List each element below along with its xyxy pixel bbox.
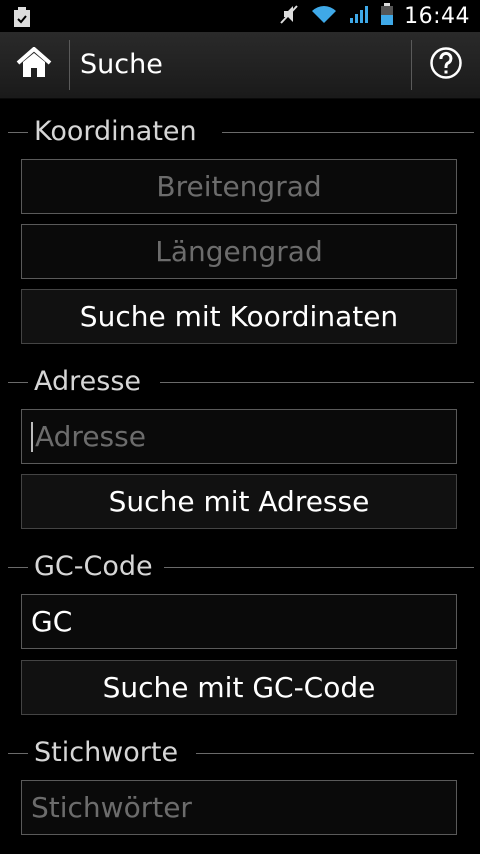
divider xyxy=(8,753,28,754)
help-button[interactable] xyxy=(412,32,480,98)
actionbar-divider xyxy=(69,40,70,90)
divider xyxy=(160,382,474,383)
home-icon xyxy=(16,46,52,83)
gccode-field[interactable]: GC xyxy=(21,594,457,649)
longitude-field[interactable]: Längengrad xyxy=(21,224,457,279)
help-icon xyxy=(429,46,463,84)
divider xyxy=(222,132,474,133)
section-title-address: Adresse xyxy=(34,362,147,402)
section-header-gccode: GC-Code xyxy=(0,547,480,587)
divider xyxy=(8,567,28,568)
divider xyxy=(8,132,28,133)
keywords-field[interactable]: Stichwörter xyxy=(21,780,457,835)
address-placeholder: Adresse xyxy=(35,420,146,453)
clipboard-icon xyxy=(12,6,32,32)
search-address-button[interactable]: Suche mit Adresse xyxy=(21,474,457,529)
section-title-keywords: Stichworte xyxy=(34,733,185,773)
section-header-coordinates: Koordinaten xyxy=(0,112,480,152)
action-bar: Suche xyxy=(0,32,480,99)
home-button[interactable] xyxy=(0,32,68,98)
search-gccode-button[interactable]: Suche mit GC-Code xyxy=(21,660,457,715)
divider xyxy=(164,567,474,568)
battery-icon xyxy=(380,3,394,29)
signal-icon xyxy=(348,3,370,29)
section-header-address: Adresse xyxy=(0,362,480,402)
section-header-keywords: Stichworte xyxy=(0,733,480,773)
text-cursor xyxy=(31,421,33,452)
search-coordinates-button[interactable]: Suche mit Koordinaten xyxy=(21,289,457,344)
section-title-gccode: GC-Code xyxy=(34,547,159,587)
wifi-icon xyxy=(310,3,338,29)
divider xyxy=(196,753,474,754)
mute-icon xyxy=(278,3,300,29)
status-bar: 16:44 xyxy=(0,0,480,32)
section-title-coordinates: Koordinaten xyxy=(34,112,203,152)
address-field[interactable]: Adresse xyxy=(21,409,457,464)
divider xyxy=(8,382,28,383)
latitude-field[interactable]: Breitengrad xyxy=(21,159,457,214)
status-time: 16:44 xyxy=(404,3,470,29)
page-title: Suche xyxy=(80,49,163,80)
